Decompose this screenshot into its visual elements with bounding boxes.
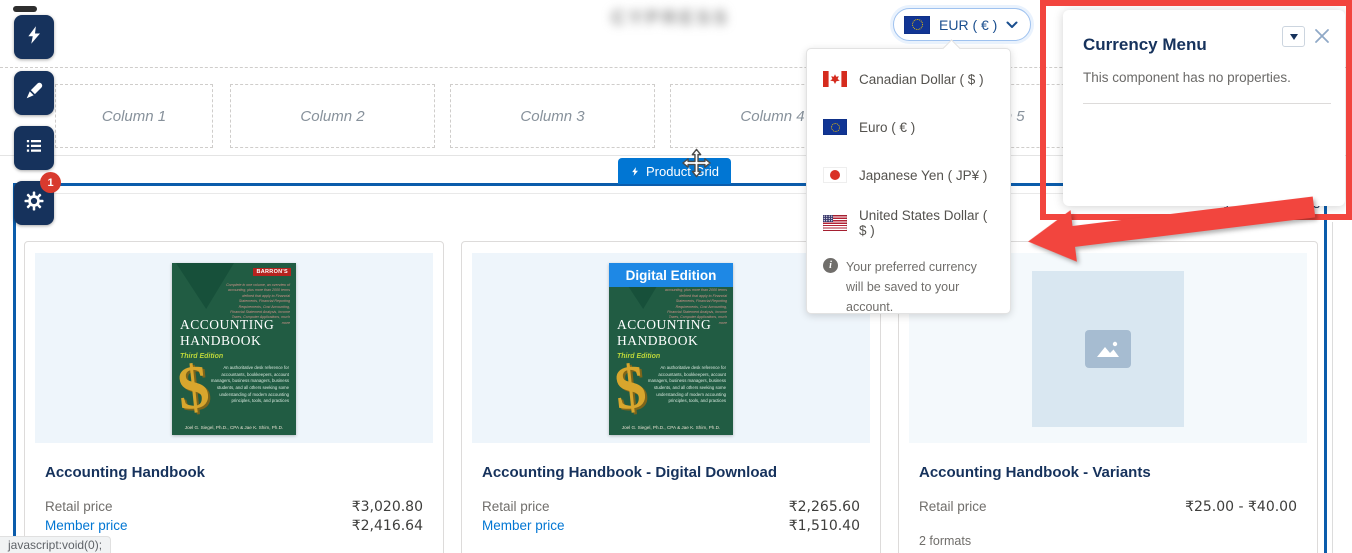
panel-dropdown-button[interactable] xyxy=(1282,26,1305,47)
store-logo: CYPRESS xyxy=(608,6,734,32)
formats-count: 2 formats xyxy=(919,534,971,548)
currency-selector-label: EUR ( € ) xyxy=(939,17,997,33)
list-icon xyxy=(24,136,44,161)
image-icon xyxy=(1085,330,1131,368)
sidebar-button-settings[interactable]: 1 xyxy=(14,181,54,225)
sidebar-button-theme[interactable] xyxy=(14,71,54,115)
member-price-link[interactable]: Member price xyxy=(45,518,128,533)
product-title: Accounting Handbook - Variants xyxy=(919,464,1151,481)
close-icon[interactable] xyxy=(1312,26,1332,46)
bolt-icon xyxy=(24,25,44,50)
image-placeholder xyxy=(1032,271,1184,427)
japan-flag-icon xyxy=(823,167,847,183)
properties-panel: Currency Menu This component has no prop… xyxy=(1063,10,1345,206)
currency-selector-button[interactable]: EUR ( € ) xyxy=(893,8,1031,41)
menu-item-cad[interactable]: Canadian Dollar ( $ ) xyxy=(807,55,1010,103)
eu-flag-icon xyxy=(823,119,847,135)
currency-dropdown-menu: Canadian Dollar ( $ ) Euro ( € ) Japanes… xyxy=(806,48,1011,314)
caret-down-icon xyxy=(1290,34,1298,40)
book-cover-image: Digital Edition Complete in one volume, … xyxy=(609,263,733,435)
info-icon: i xyxy=(823,258,838,273)
notification-badge: 1 xyxy=(40,172,61,193)
product-image-area: BARRON'S Complete in one volume, an over… xyxy=(35,253,433,443)
book-cover-image: BARRON'S Complete in one volume, an over… xyxy=(172,263,296,435)
digital-edition-banner: Digital Edition xyxy=(609,263,733,287)
scrollbar-track[interactable] xyxy=(1332,222,1333,553)
canada-flag-icon xyxy=(823,71,847,87)
browser-status-bar: javascript:void(0); xyxy=(0,536,111,553)
menu-item-usd[interactable]: United States Dollar ( $ ) xyxy=(807,199,1010,247)
chevron-down-icon xyxy=(1006,16,1018,34)
drag-handle[interactable] xyxy=(13,6,37,12)
column-placeholder-1[interactable]: Column 1 xyxy=(55,84,213,148)
product-card[interactable]: BARRON'S Complete in one volume, an over… xyxy=(24,241,444,553)
product-title: Accounting Handbook - Digital Download xyxy=(482,464,777,481)
page-builder-canvas: 1 CYPRESS EUR ( € ) Column 1 Column 2 Co… xyxy=(0,0,1352,553)
move-cursor-icon xyxy=(681,146,712,185)
member-price-link[interactable]: Member price xyxy=(482,518,565,533)
column-placeholder-3[interactable]: Column 3 xyxy=(450,84,655,148)
panel-divider xyxy=(1083,103,1331,104)
sidebar-button-components[interactable] xyxy=(14,15,54,59)
menu-item-eur[interactable]: Euro ( € ) xyxy=(807,103,1010,151)
member-price-row: Member price ₹2,416.64 xyxy=(45,518,423,534)
panel-body-text: This component has no properties. xyxy=(1083,70,1291,85)
us-flag-icon xyxy=(823,215,847,231)
currency-note: i Your preferred currency will be saved … xyxy=(807,247,1010,317)
bolt-icon xyxy=(630,165,640,178)
product-title: Accounting Handbook xyxy=(45,464,205,481)
gear-icon xyxy=(24,191,44,216)
panel-title: Currency Menu xyxy=(1083,35,1207,55)
retail-price-row: Retail price ₹25.00 - ₹40.00 xyxy=(919,499,1297,515)
retail-price-row: Retail price ₹3,020.80 xyxy=(45,499,423,515)
retail-price-row: Retail price ₹2,265.60 xyxy=(482,499,860,515)
member-price-row: Member price ₹1,510.40 xyxy=(482,518,860,534)
sidebar-button-structure[interactable] xyxy=(14,126,54,170)
eu-flag-icon xyxy=(904,16,930,34)
brush-icon xyxy=(24,81,44,106)
menu-item-jpy[interactable]: Japanese Yen ( JP¥ ) xyxy=(807,151,1010,199)
product-grid-component-badge[interactable]: Product Grid xyxy=(618,158,731,184)
column-placeholder-2[interactable]: Column 2 xyxy=(230,84,435,148)
